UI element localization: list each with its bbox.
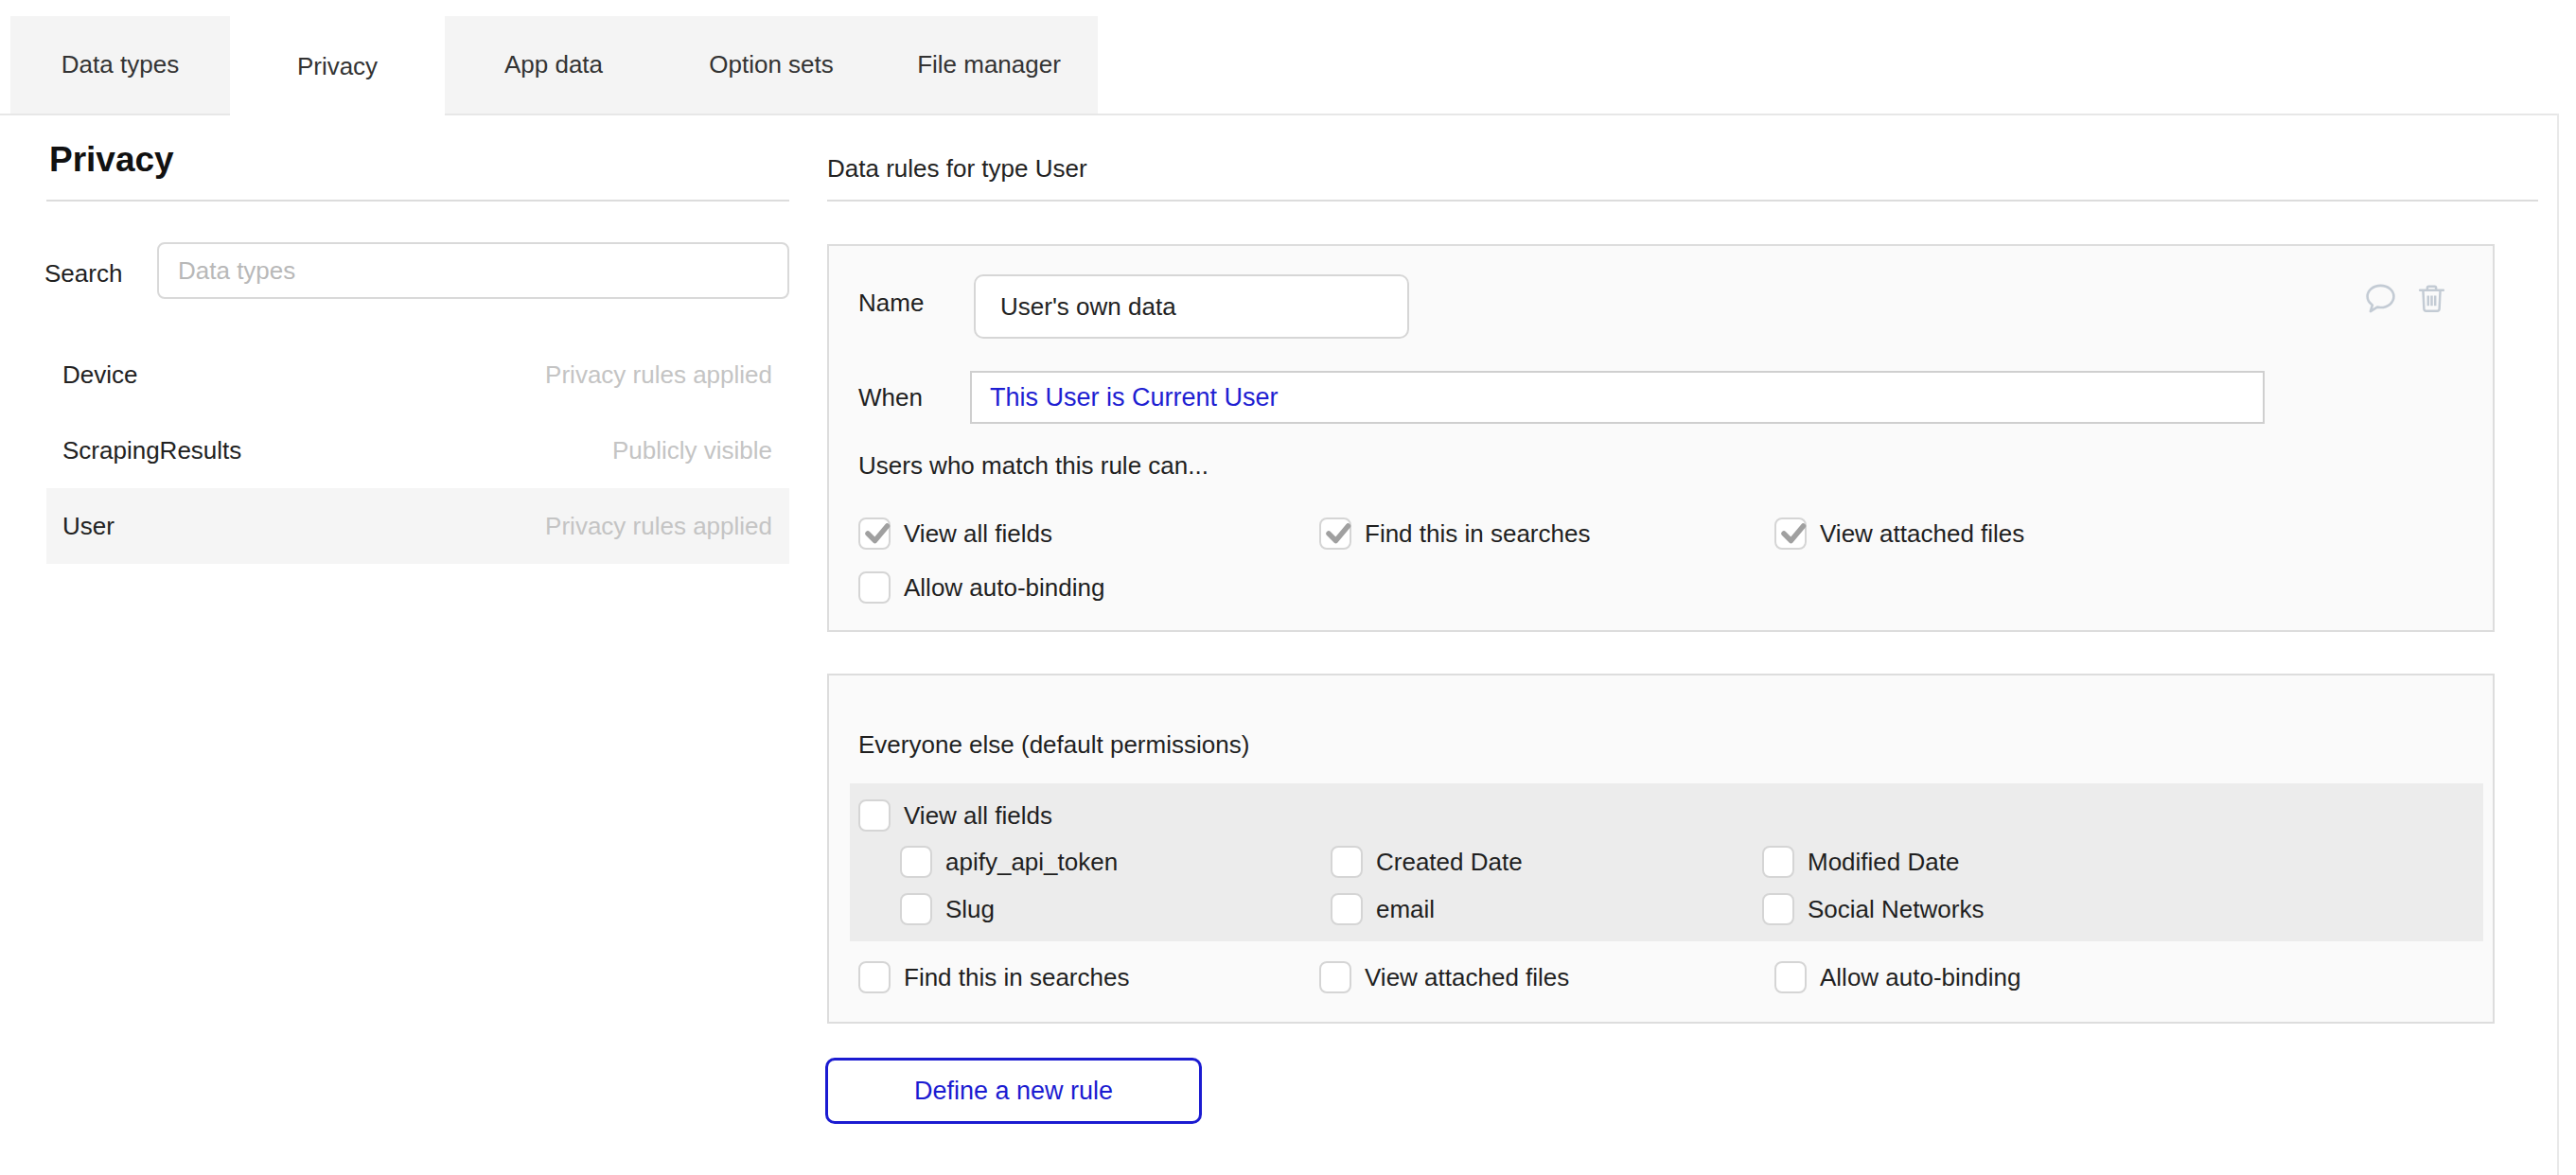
checkbox-find-in-searches[interactable] xyxy=(1319,517,1351,550)
data-type-name: User xyxy=(62,512,115,541)
data-type-status: Privacy rules applied xyxy=(545,360,772,390)
name-label: Name xyxy=(858,287,924,319)
when-condition-box[interactable]: This User is Current User xyxy=(970,371,2265,424)
checkbox-label: apify_api_token xyxy=(945,848,1118,877)
checkbox-created-date[interactable] xyxy=(1331,846,1363,878)
privacy-settings-page: Data types Privacy App data Option sets … xyxy=(0,0,2576,1175)
checkbox-label: email xyxy=(1376,895,1435,924)
privacy-rule-card: Name When This User is Current User User… xyxy=(827,244,2495,632)
tab-app-data[interactable]: App data xyxy=(445,16,662,114)
tab-option-sets[interactable]: Option sets xyxy=(662,16,880,114)
when-label: When xyxy=(858,381,923,413)
permission-view-attached-files: View attached files xyxy=(1774,517,2024,550)
checkbox-email[interactable] xyxy=(1331,893,1363,925)
checkbox-find-in-searches[interactable] xyxy=(858,961,891,993)
tab-file-manager[interactable]: File manager xyxy=(880,16,1098,114)
permission-view-all-fields: View all fields xyxy=(858,517,1052,550)
checkbox-label: Slug xyxy=(945,895,995,924)
checkbox-label: Created Date xyxy=(1376,848,1523,877)
sidebar-divider xyxy=(46,200,789,202)
field-apify-api-token: apify_api_token xyxy=(900,846,1118,878)
data-type-status: Privacy rules applied xyxy=(545,512,772,541)
everyone-else-card: Everyone else (default permissions) View… xyxy=(827,674,2495,1024)
field-social-networks: Social Networks xyxy=(1762,893,1984,925)
everyone-else-title: Everyone else (default permissions) xyxy=(858,730,1249,760)
checkbox-label: Social Networks xyxy=(1808,895,1984,924)
checkbox-label: View attached files xyxy=(1820,519,2024,549)
checkbox-label: Allow auto-binding xyxy=(1820,963,2020,992)
main-divider xyxy=(827,200,2538,202)
sidebar-title: Privacy xyxy=(49,140,174,180)
checkbox-label: Find this in searches xyxy=(1365,519,1590,549)
field-email: email xyxy=(1331,893,1435,925)
field-created-date: Created Date xyxy=(1331,846,1523,878)
checkbox-view-all-fields[interactable] xyxy=(858,517,891,550)
data-type-name: Device xyxy=(62,360,137,390)
checkbox-label: View all fields xyxy=(904,801,1052,831)
checkbox-view-attached-files[interactable] xyxy=(1319,961,1351,993)
checkbox-view-all-fields[interactable] xyxy=(858,799,891,832)
data-type-status: Publicly visible xyxy=(612,436,772,465)
checkbox-label: Find this in searches xyxy=(904,963,1129,992)
tab-label: File manager xyxy=(917,50,1061,79)
permission-find-in-searches: Find this in searches xyxy=(1319,517,1590,550)
button-label: Define a new rule xyxy=(914,1077,1113,1106)
checkbox-slug[interactable] xyxy=(900,893,932,925)
when-condition-text: This User is Current User xyxy=(990,383,1279,412)
match-rule-text: Users who match this rule can... xyxy=(858,451,1209,481)
tab-label: Privacy xyxy=(297,52,378,81)
tab-data-types[interactable]: Data types xyxy=(10,16,230,114)
checkbox-label: View all fields xyxy=(904,519,1052,549)
checkbox-social-networks[interactable] xyxy=(1762,893,1794,925)
data-type-row-device[interactable]: Device Privacy rules applied xyxy=(46,337,789,412)
checkbox-label: Modified Date xyxy=(1808,848,1959,877)
checkbox-apify-api-token[interactable] xyxy=(900,846,932,878)
checkbox-allow-auto-binding[interactable] xyxy=(1774,961,1807,993)
search-label: Search xyxy=(44,257,122,289)
permission-allow-auto-binding: Allow auto-binding xyxy=(858,571,1104,604)
checkbox-modified-date[interactable] xyxy=(1762,846,1794,878)
checkbox-view-attached-files[interactable] xyxy=(1774,517,1807,550)
everyone-view-attached-files: View attached files xyxy=(1319,961,1569,993)
comment-icon[interactable] xyxy=(2363,281,2398,316)
everyone-view-all-fields: View all fields xyxy=(858,799,1052,832)
tab-label: Option sets xyxy=(709,50,834,79)
data-type-row-user[interactable]: User Privacy rules applied xyxy=(46,488,789,564)
main-heading: Data rules for type User xyxy=(827,154,1087,184)
everyone-allow-auto-binding: Allow auto-binding xyxy=(1774,961,2020,993)
data-type-row-scrapingresults[interactable]: ScrapingResults Publicly visible xyxy=(46,412,789,488)
data-type-name: ScrapingResults xyxy=(62,436,241,465)
checkbox-label: Allow auto-binding xyxy=(904,573,1104,603)
tab-label: Data types xyxy=(62,50,179,79)
field-modified-date: Modified Date xyxy=(1762,846,1959,878)
search-input[interactable] xyxy=(157,242,789,299)
tab-privacy[interactable]: Privacy xyxy=(230,16,445,116)
tab-label: App data xyxy=(504,50,603,79)
rule-name-input[interactable] xyxy=(974,274,1409,339)
everyone-find-in-searches: Find this in searches xyxy=(858,961,1129,993)
define-new-rule-button[interactable]: Define a new rule xyxy=(825,1058,1202,1124)
checkbox-label: View attached files xyxy=(1365,963,1569,992)
checkbox-allow-auto-binding[interactable] xyxy=(858,571,891,604)
field-slug: Slug xyxy=(900,893,995,925)
trash-icon[interactable] xyxy=(2414,281,2449,316)
scrollbar-track-divider xyxy=(2557,114,2559,1175)
